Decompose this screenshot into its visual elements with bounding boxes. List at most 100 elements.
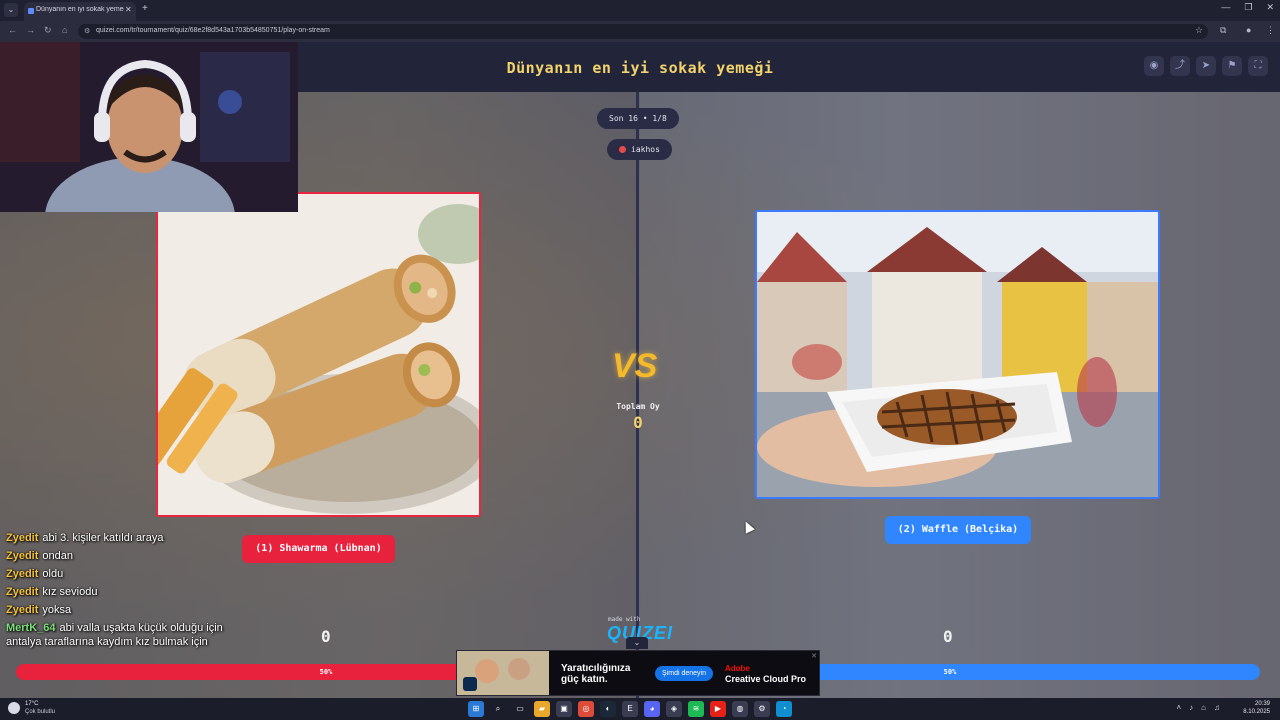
eye-icon[interactable]: ◉: [1144, 56, 1164, 76]
url-field[interactable]: ⚙ quizei.com/tr/tournament/quiz/68e2f8d5…: [78, 24, 1208, 39]
ad-product: Creative Cloud Pro: [725, 674, 807, 684]
network-icon[interactable]: ⌂: [1201, 703, 1206, 712]
ad-close-icon[interactable]: ✕: [811, 652, 817, 660]
browser-menu-icon[interactable]: ⋮: [1266, 25, 1275, 36]
store-icon[interactable]: ▣: [556, 701, 572, 717]
ad-brand: Adobe: [725, 664, 750, 673]
chrome-icon[interactable]: ◎: [578, 701, 594, 717]
webcam-overlay: [0, 42, 298, 212]
task-view-icon[interactable]: ▭: [512, 701, 528, 717]
back-icon[interactable]: ←: [8, 25, 17, 35]
vote-left-button[interactable]: (1) Shawarma (Lübnan): [242, 535, 395, 563]
browser-address-bar: ← → ↻ ⌂ ⚙ quizei.com/tr/tournament/quiz/…: [0, 21, 1280, 42]
window-controls: — ❐ ✕: [1221, 2, 1274, 13]
ad-banner[interactable]: Yaratıcılığınıza güç katın. Şimdi deneyi…: [456, 650, 820, 696]
close-window-button[interactable]: ✕: [1266, 2, 1274, 13]
extensions-icon[interactable]: ⧉: [1220, 25, 1226, 36]
streamer-webcam-image: [0, 42, 298, 212]
chat-message: Zyedit oldu: [6, 567, 236, 581]
close-tab-icon[interactable]: ✕: [125, 5, 132, 14]
chat-message: Zyedit yoksa: [6, 603, 236, 617]
clock-time[interactable]: 20:39: [1255, 701, 1270, 707]
bookmark-star-icon[interactable]: ☆: [1195, 25, 1203, 36]
search-icon[interactable]: ⌕: [490, 701, 506, 717]
chat-text: kız seviodu: [42, 586, 98, 598]
streamer-name: iakhos: [631, 145, 660, 154]
clock-date[interactable]: 8.10.2025: [1243, 709, 1270, 715]
total-votes-label: Toplam Oy: [616, 402, 660, 411]
ad-headline: Yaratıcılığınıza güç katın.: [561, 663, 631, 685]
chat-message: Zyedit abi 3. kişiler katıldı araya: [6, 531, 236, 545]
flag-icon[interactable]: ⚑: [1222, 56, 1242, 76]
chat-message: Zyedit ondan: [6, 549, 236, 563]
shawarma-image: [158, 194, 479, 515]
user-avatar-icon: [619, 146, 626, 153]
browser-tab[interactable]: Dünyanın en iyi sokak yemeği ✕: [24, 2, 136, 21]
spotify-icon[interactable]: ≋: [688, 701, 704, 717]
system-tray: ˄ ♪ ⌂ ♫: [1176, 703, 1220, 712]
weather-description: Çok bulutlu: [25, 709, 56, 715]
streamer-badge: iakhos: [607, 139, 672, 160]
reload-icon[interactable]: ↻: [44, 25, 52, 36]
browser-tab-bar: ⌄ Dünyanın en iyi sokak yemeği ✕ + — ❐ ✕: [0, 0, 1280, 21]
chat-overlay: Zyedit abi 3. kişiler katıldı araya Zyedit…: [6, 531, 236, 653]
chat-message: MertK_64 abi valla uşakta küçük olduğu iç…: [6, 621, 236, 649]
obs-icon[interactable]: ◍: [732, 701, 748, 717]
favicon-icon: [28, 8, 34, 14]
home-icon[interactable]: ⌂: [62, 25, 67, 35]
browser-icon[interactable]: ◈: [666, 701, 682, 717]
waffle-image: [757, 212, 1158, 497]
weather-cloud-icon[interactable]: [8, 702, 20, 714]
steam-icon[interactable]: ◐: [600, 701, 616, 717]
chat-message: Zyedit kız seviodu: [6, 585, 236, 599]
windows-taskbar: 17°C Çok bulutlu ⊞ ⌕ ▭ ▰ ▣ ◎ ◐ E ◕ ◈ ≋ ▶…: [0, 698, 1280, 720]
chat-username[interactable]: Zyedit: [6, 550, 38, 562]
right-choice-card[interactable]: [755, 210, 1160, 499]
windows-start-icon[interactable]: ⊞: [468, 701, 484, 717]
minimize-button[interactable]: —: [1221, 2, 1230, 13]
edge-icon[interactable]: ◔: [776, 701, 792, 717]
chat-username[interactable]: MertK_64: [6, 622, 56, 634]
taskbar-apps: ⊞ ⌕ ▭ ▰ ▣ ◎ ◐ E ◕ ◈ ≋ ▶ ◍ ⚙ ◔: [468, 701, 792, 717]
chat-username[interactable]: Zyedit: [6, 532, 38, 544]
send-icon[interactable]: ➤: [1196, 56, 1216, 76]
tab-list-button[interactable]: ⌄: [4, 3, 18, 17]
ad-collapse-button[interactable]: ⌄: [626, 637, 648, 649]
volume-icon[interactable]: ♫: [1214, 703, 1220, 712]
site-info-icon[interactable]: ⚙: [84, 27, 90, 35]
url-text: quizei.com/tr/tournament/quiz/68e2f8d543…: [96, 27, 330, 34]
vote-right-button[interactable]: (2) Waffle (Belçika): [885, 516, 1031, 544]
versus-badge: VS: [612, 347, 658, 385]
chat-text: yoksa: [42, 604, 72, 616]
tray-overflow-icon[interactable]: ˄: [1176, 703, 1181, 712]
chat-username[interactable]: Zyedit: [6, 586, 38, 598]
settings-icon[interactable]: ⚙: [754, 701, 770, 717]
fullscreen-icon[interactable]: ⛶: [1248, 56, 1268, 76]
total-votes-value: 0: [633, 413, 643, 432]
chat-text: ondan: [42, 550, 73, 562]
new-tab-button[interactable]: +: [142, 3, 148, 14]
left-choice-card[interactable]: [156, 192, 481, 517]
chat-text: oldu: [42, 568, 64, 580]
right-vote-count: 0: [943, 627, 953, 646]
maximize-button[interactable]: ❐: [1244, 2, 1252, 13]
forward-icon[interactable]: →: [26, 25, 35, 35]
round-indicator: Son 16 • 1/8: [597, 108, 679, 129]
file-explorer-icon[interactable]: ▰: [534, 701, 550, 717]
ad-image: [457, 651, 549, 695]
chat-username[interactable]: Zyedit: [6, 604, 38, 616]
center-divider: [636, 92, 639, 698]
profile-avatar[interactable]: ●: [1246, 25, 1251, 35]
made-with-label: made with: [608, 616, 641, 623]
weather-temperature: 17°C: [25, 701, 39, 707]
youtube-icon[interactable]: ▶: [710, 701, 726, 717]
tab-title: Dünyanın en iyi sokak yemeği: [36, 6, 124, 13]
share-icon[interactable]: ⤴: [1170, 56, 1190, 76]
discord-icon[interactable]: ◕: [644, 701, 660, 717]
epic-games-icon[interactable]: E: [622, 701, 638, 717]
chat-text: abi 3. kişiler katıldı araya: [42, 532, 164, 544]
microphone-icon[interactable]: ♪: [1189, 703, 1193, 712]
left-vote-count: 0: [321, 627, 331, 646]
ad-cta-button[interactable]: Şimdi deneyin: [655, 666, 713, 681]
chat-username[interactable]: Zyedit: [6, 568, 38, 580]
